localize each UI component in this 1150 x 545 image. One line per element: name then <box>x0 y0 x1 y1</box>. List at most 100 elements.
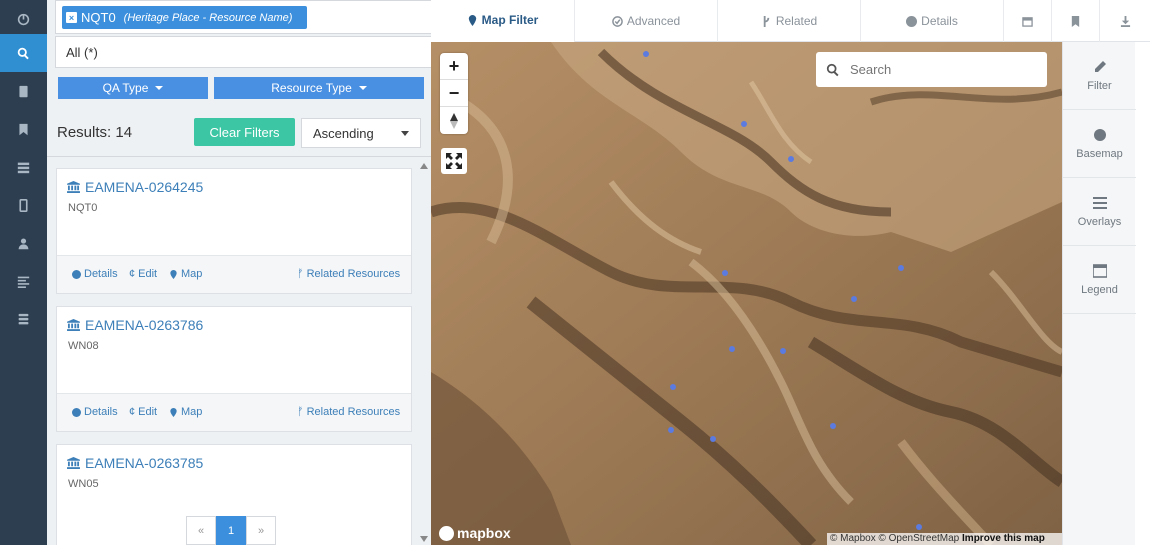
site-point[interactable] <box>670 384 676 390</box>
compass-button[interactable] <box>440 107 468 134</box>
nav-rail <box>0 0 47 545</box>
map-marker-icon <box>468 14 476 26</box>
tab-download[interactable] <box>1099 0 1150 42</box>
tablet-icon[interactable] <box>0 72 47 110</box>
tab-bookmark[interactable] <box>1051 0 1099 42</box>
result-card[interactable]: EAMENA-0264245 NQT0 Details ¢ Edit Map ᚠR… <box>56 168 412 294</box>
caret-down-icon <box>155 86 164 90</box>
code-fork-icon: ᚠ <box>297 406 304 418</box>
details-link[interactable]: Details <box>72 268 118 280</box>
tab-advanced[interactable]: Advanced <box>574 0 717 42</box>
result-code: WN05 <box>68 478 99 490</box>
prev-page-button[interactable]: « <box>186 516 216 545</box>
book-icon[interactable] <box>0 186 47 224</box>
site-point[interactable] <box>898 265 904 271</box>
scope-select[interactable]: All (*) <box>55 36 470 68</box>
globe-icon <box>1093 128 1106 141</box>
site-point[interactable] <box>722 270 728 276</box>
result-actions: Details ¢ Edit Map ᚠ Related Resources <box>57 255 411 293</box>
site-point[interactable] <box>780 348 786 354</box>
result-title[interactable]: EAMENA-0264245 <box>67 179 203 195</box>
code-fork-icon <box>763 15 770 27</box>
download-icon <box>1120 15 1130 27</box>
grid-icon[interactable] <box>0 148 47 186</box>
list-icon[interactable] <box>0 262 47 300</box>
result-title[interactable]: EAMENA-0263786 <box>67 317 203 333</box>
sort-select[interactable]: Ascending <box>301 118 421 148</box>
bookmark-icon[interactable] <box>0 110 47 148</box>
site-point[interactable] <box>830 423 836 429</box>
details-label: Details <box>84 268 118 280</box>
zoom-out-button[interactable]: − <box>440 80 468 107</box>
qa-type-dropdown[interactable]: QA Type <box>58 77 208 99</box>
fullscreen-button[interactable] <box>441 148 467 174</box>
tab-label: Related <box>775 14 818 28</box>
search-icon[interactable] <box>0 34 47 72</box>
result-id[interactable]: EAMENA-0264245 <box>85 179 203 195</box>
dashboard-icon[interactable] <box>0 0 47 38</box>
user-icon[interactable] <box>0 224 47 262</box>
term-filter-input[interactable]: × NQT0 (Heritage Place - Resource Name) <box>55 0 470 34</box>
map-canvas[interactable]: + − Search mapbox © Mapbox © OpenStreetM… <box>431 42 1062 545</box>
bookmark-icon <box>1071 15 1080 27</box>
edit-label: Edit <box>138 406 158 418</box>
institution-icon <box>67 181 80 193</box>
check-circle-icon <box>611 15 623 27</box>
tab-label: Details <box>921 14 958 28</box>
results-list[interactable]: EAMENA-0264245 NQT0 Details ¢ Edit Map ᚠR… <box>47 156 431 545</box>
result-id[interactable]: EAMENA-0263785 <box>85 455 203 471</box>
details-link[interactable]: Details <box>72 406 118 418</box>
site-point[interactable] <box>729 346 735 352</box>
compass-icon <box>450 112 458 129</box>
zoom-in-button[interactable]: + <box>440 53 468 80</box>
related-resources-link[interactable]: ᚠ Related Resources <box>297 406 400 418</box>
map-tools: Filter Basemap Overlays Legend <box>1062 42 1136 545</box>
info-icon <box>72 407 81 417</box>
site-point[interactable] <box>710 436 716 442</box>
resource-type-label: Resource Type <box>271 81 352 95</box>
result-id[interactable]: EAMENA-0263786 <box>85 317 203 333</box>
mapbox-logo[interactable]: mapbox <box>439 525 511 541</box>
result-card[interactable]: EAMENA-0263786 WN08 Details ¢ Edit Map ᚠR… <box>56 306 412 432</box>
site-point[interactable] <box>741 121 747 127</box>
map-link[interactable]: Map <box>169 406 202 418</box>
tab-details[interactable]: Details <box>860 0 1003 42</box>
legend-tool-button[interactable]: Legend <box>1063 246 1136 314</box>
pagination: « 1 » <box>186 516 276 545</box>
resource-type-dropdown[interactable]: Resource Type <box>214 77 424 99</box>
edit-link[interactable]: ¢ Edit <box>129 268 157 280</box>
improve-map-link[interactable]: Improve this map <box>962 533 1045 544</box>
site-point[interactable] <box>851 296 857 302</box>
database-icon[interactable] <box>0 300 47 338</box>
term-chip[interactable]: × NQT0 (Heritage Place - Resource Name) <box>62 6 307 29</box>
tab-calendar[interactable] <box>1003 0 1051 42</box>
site-point[interactable] <box>668 427 674 433</box>
expand-icon <box>446 153 462 169</box>
overlays-tool-button[interactable]: Overlays <box>1063 178 1136 246</box>
site-point[interactable] <box>643 51 649 57</box>
institution-icon <box>67 319 80 331</box>
edit-icon: ¢ <box>129 268 136 280</box>
tab-related[interactable]: Related <box>717 0 860 42</box>
chevron-down-icon[interactable] <box>401 131 409 136</box>
page-1-button[interactable]: 1 <box>216 516 246 545</box>
results-count: Results: 14 <box>57 124 133 141</box>
scroll-down-icon[interactable] <box>420 536 428 542</box>
result-title[interactable]: EAMENA-0263785 <box>67 455 203 471</box>
results-scrollbar[interactable] <box>418 160 430 545</box>
basemap-tool-button[interactable]: Basemap <box>1063 110 1136 178</box>
remove-term-icon[interactable]: × <box>66 12 77 23</box>
edit-link[interactable]: ¢ Edit <box>129 406 157 418</box>
clear-filters-button[interactable]: Clear Filters <box>194 118 295 146</box>
site-point[interactable] <box>788 156 794 162</box>
scroll-up-icon[interactable] <box>420 163 428 169</box>
legend-tool-label: Legend <box>1081 283 1118 296</box>
tab-map-filter[interactable]: Map Filter <box>431 0 574 42</box>
filter-tool-button[interactable]: Filter <box>1063 42 1136 110</box>
map-search-box[interactable]: Search <box>816 52 1047 87</box>
related-resources-link[interactable]: ᚠ Related Resources <box>297 268 400 280</box>
app: × NQT0 (Heritage Place - Resource Name) … <box>0 0 1150 545</box>
next-page-button[interactable]: » <box>246 516 276 545</box>
site-point[interactable] <box>916 524 922 530</box>
map-link[interactable]: Map <box>169 268 202 280</box>
